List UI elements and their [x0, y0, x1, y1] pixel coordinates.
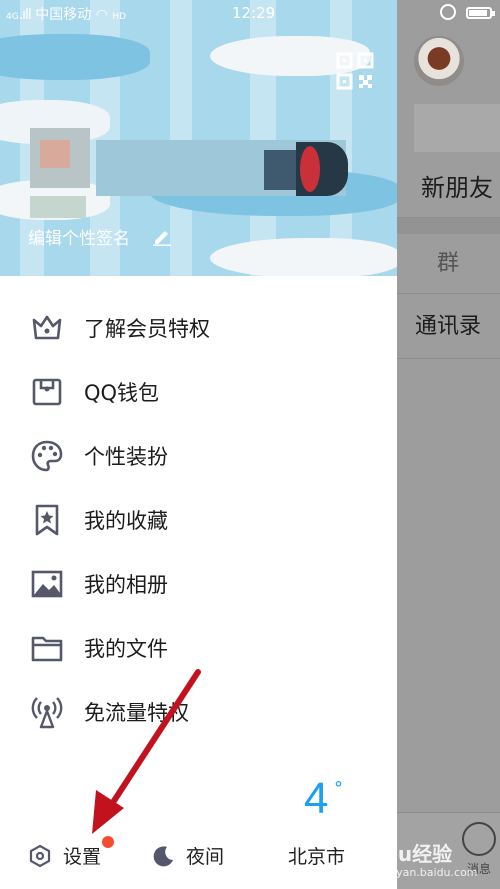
- menu-label: 了解会员特权: [84, 317, 210, 341]
- qr-code-icon[interactable]: [336, 52, 374, 90]
- photo-icon: [31, 570, 63, 598]
- battery-icon: [466, 7, 495, 19]
- menu-label: 免流量特权: [84, 701, 189, 725]
- blurred-avatar: [40, 140, 70, 168]
- crown-icon: [32, 315, 62, 340]
- menu-label: 个性装扮: [84, 445, 168, 469]
- clock: 12:29: [232, 4, 276, 22]
- new-friends-entry[interactable]: 新朋友: [397, 158, 500, 218]
- signal-icon: .ıll: [18, 7, 32, 23]
- menu-label: 我的收藏: [84, 509, 168, 533]
- watermark: Baidu经验: [348, 842, 453, 866]
- carrier-label: 4G.ıll 中国移动 ◠ HD: [6, 4, 126, 24]
- menu-label: 我的文件: [84, 637, 168, 661]
- menu-item-theme[interactable]: 个性装扮: [0, 425, 397, 487]
- menu-item-free-data[interactable]: 免流量特权: [0, 681, 397, 743]
- folder-icon: [31, 636, 63, 662]
- pencil-icon[interactable]: [152, 226, 172, 246]
- status-bar: 4G.ıll 中国移动 ◠ HD 12:29: [0, 0, 500, 26]
- hd-badge: HD: [112, 12, 127, 22]
- profile-header[interactable]: 编辑个性签名: [0, 0, 397, 276]
- section-divider: [397, 218, 500, 234]
- main-search-bar[interactable]: [414, 104, 500, 152]
- menu-item-album[interactable]: 我的相册: [0, 553, 397, 615]
- wifi-icon: ◠: [95, 7, 108, 23]
- network-type: 4G: [6, 12, 19, 22]
- menu-item-wallet[interactable]: QQ钱包: [0, 361, 397, 423]
- main-avatar[interactable]: [414, 36, 464, 86]
- city-label: 北京市: [288, 846, 346, 868]
- blurred-nickname: [300, 146, 320, 192]
- temperature: 4: [304, 774, 329, 823]
- night-mode-button[interactable]: 夜间: [152, 838, 242, 872]
- menu-label: QQ钱包: [84, 381, 160, 405]
- rotation-lock-icon: [440, 4, 456, 20]
- smile-icon[interactable]: [462, 822, 496, 856]
- palette-icon: [31, 440, 63, 472]
- watermark-url: jingyan.baidu.com: [376, 866, 478, 879]
- notification-dot: [102, 836, 114, 848]
- menu-item-files[interactable]: 我的文件: [0, 617, 397, 679]
- night-mode-label: 夜间: [186, 846, 225, 868]
- signature-edit-label[interactable]: 编辑个性签名: [28, 224, 130, 249]
- fish-decoration: [0, 34, 150, 80]
- battery-fill: [469, 10, 487, 16]
- bookmark-star-icon: [35, 504, 59, 536]
- menu-label: 我的相册: [84, 573, 168, 597]
- header-pattern: [170, 0, 192, 276]
- wallet-icon: [32, 378, 62, 406]
- contacts-entry[interactable]: 通讯录: [397, 295, 500, 359]
- hexagon-gear-icon: [29, 844, 51, 868]
- carrier-name: 中国移动: [35, 7, 92, 23]
- fish-decoration: [210, 238, 397, 276]
- moon-icon: [153, 846, 173, 867]
- menu-item-favorites[interactable]: 我的收藏: [0, 489, 397, 551]
- blurred-avatar: [30, 196, 86, 218]
- signal-tower-icon: [31, 697, 63, 729]
- settings-label: 设置: [63, 846, 102, 868]
- side-drawer: 编辑个性签名 了解会员特权 QQ钱包 个性装扮 我的收藏 我的相册 我的文件 免…: [0, 0, 397, 889]
- settings-button[interactable]: 设置: [28, 836, 128, 872]
- menu-item-vip[interactable]: 了解会员特权: [0, 297, 397, 359]
- group-entry[interactable]: 群: [397, 234, 500, 294]
- degree-symbol: °: [334, 778, 343, 799]
